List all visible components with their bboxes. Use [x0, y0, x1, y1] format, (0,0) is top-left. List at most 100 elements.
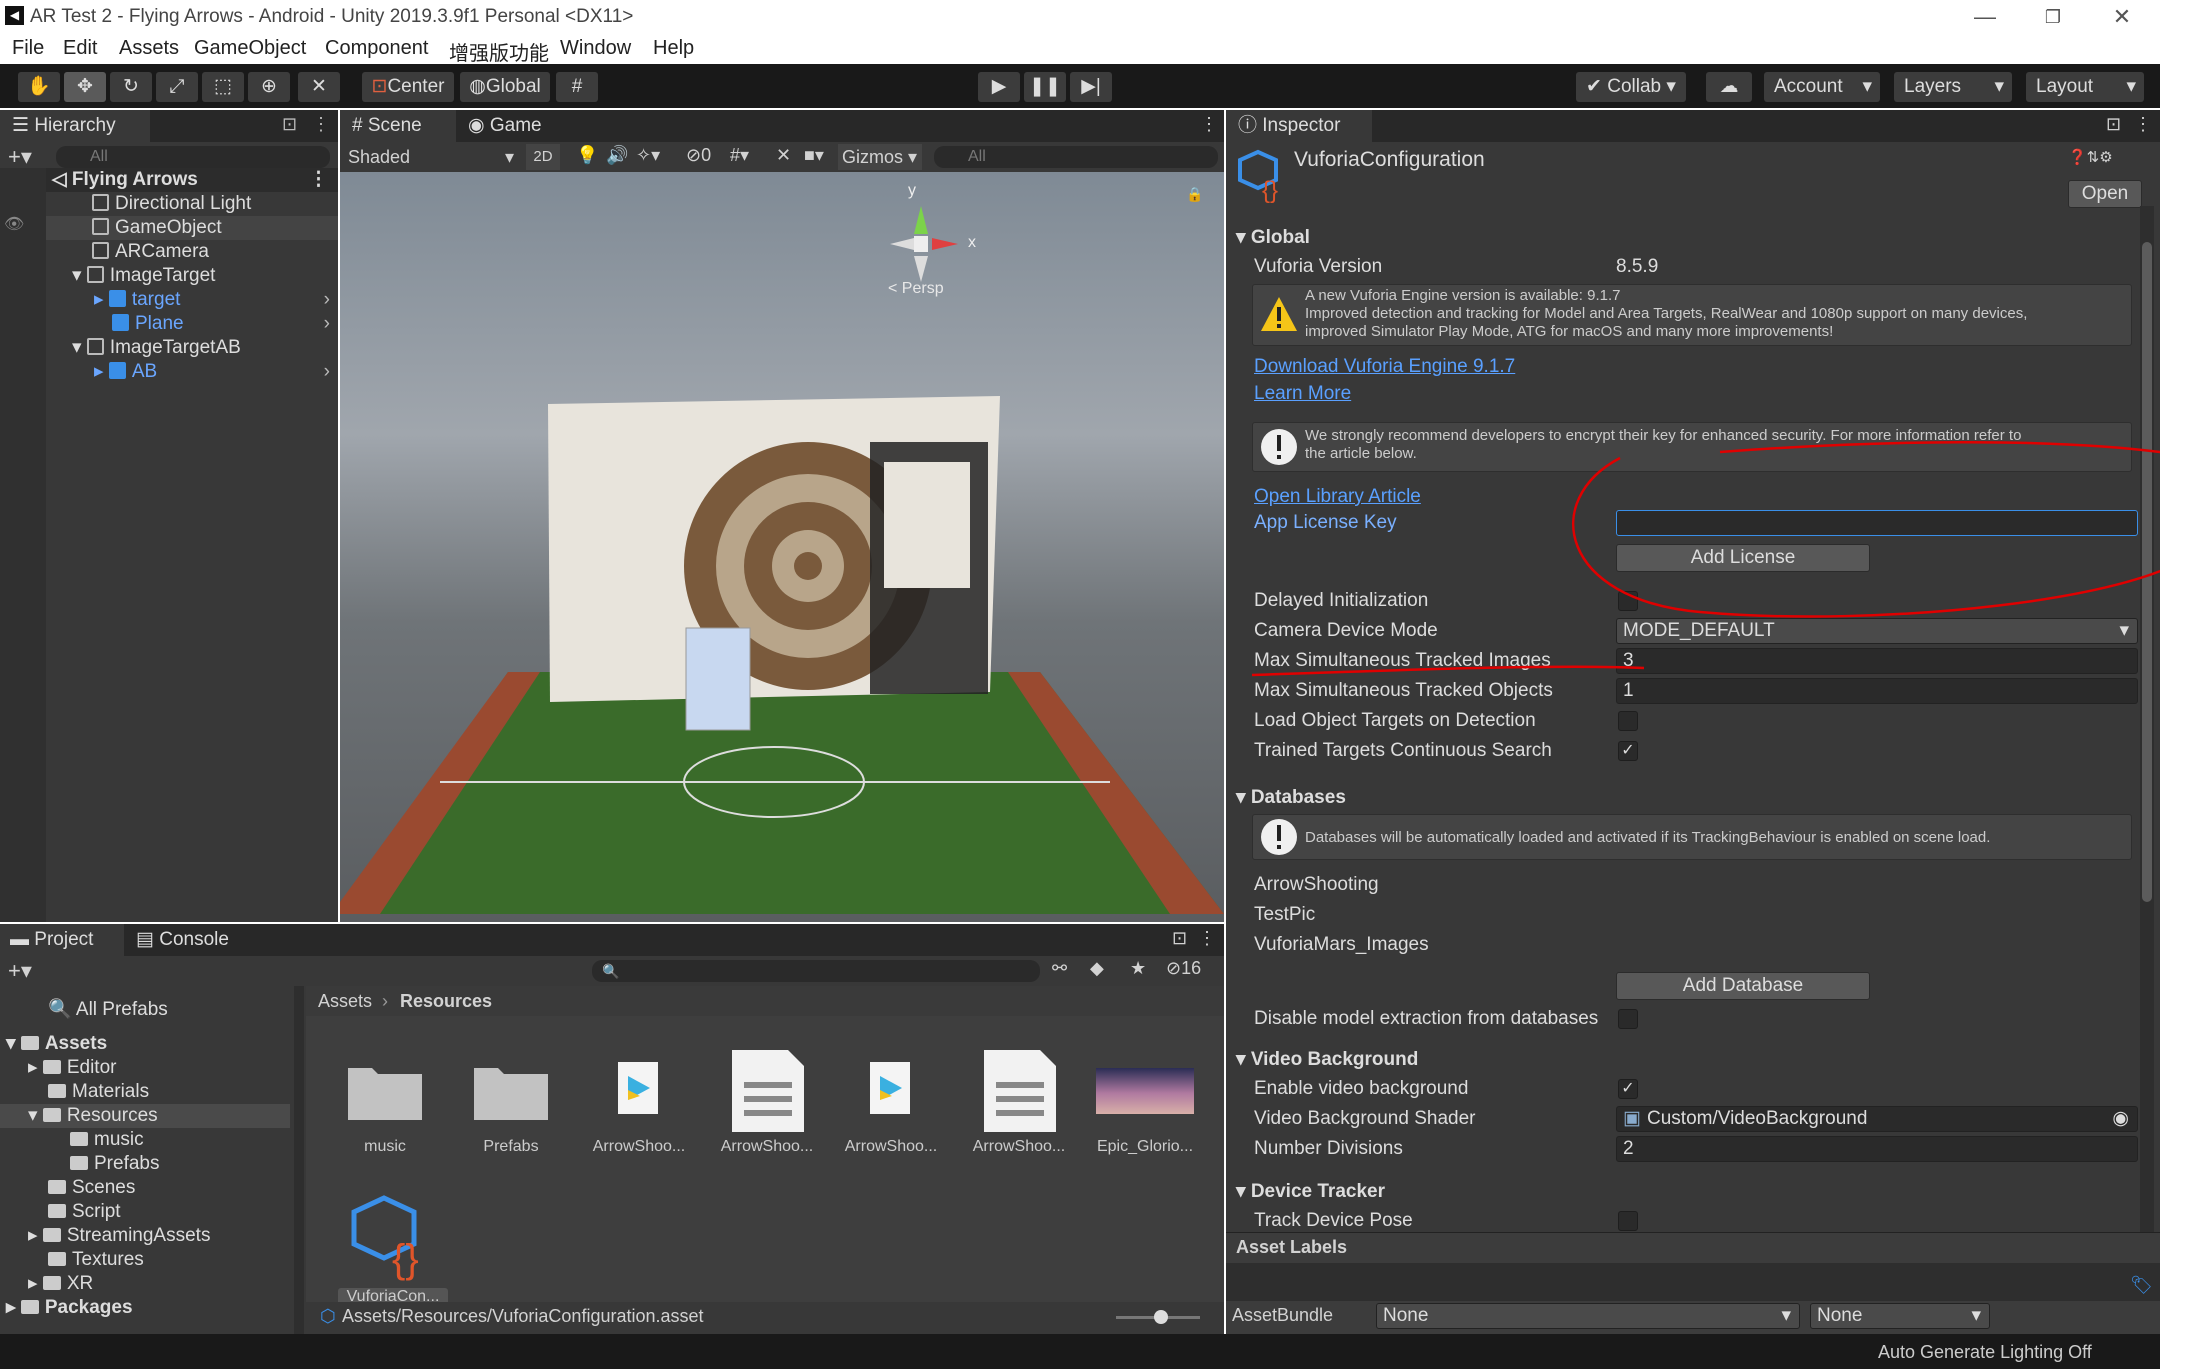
asset-text-1[interactable] — [730, 1048, 806, 1134]
audio-toggle-icon[interactable]: 🔊 — [606, 145, 628, 166]
breadcrumb-assets[interactable]: Assets — [318, 986, 372, 1016]
persp-label[interactable]: < Persp — [888, 280, 944, 298]
tree-prefabs[interactable]: Prefabs — [70, 1152, 159, 1176]
add-database-button[interactable]: Add Database — [1616, 972, 1870, 1000]
menu-gameobject[interactable]: GameObject — [194, 37, 306, 60]
asset-vuforia-config[interactable]: {} — [348, 1192, 438, 1282]
tree-scrollbar[interactable] — [294, 986, 304, 1334]
divisions-field[interactable]: 2 — [1616, 1136, 2138, 1162]
label-tag-icon[interactable]: 🏷 — [2130, 1275, 2153, 1296]
grid-snap-icon[interactable]: # — [556, 72, 598, 102]
tab-console[interactable]: ▤ Console — [128, 924, 258, 956]
lock-icon[interactable]: ⊡ — [1172, 928, 1187, 949]
lighting-toggle-icon[interactable]: 💡 — [576, 145, 598, 166]
transform-tool-icon[interactable]: ⊕ — [248, 72, 290, 102]
max-images-field[interactable]: 3 — [1616, 648, 2138, 674]
asset-folder-music[interactable] — [348, 1060, 422, 1120]
mode-2d-toggle[interactable]: 2D — [526, 144, 560, 170]
asset-skybox-thumbnail[interactable] — [1096, 1068, 1194, 1114]
open-button[interactable]: Open — [2068, 180, 2142, 208]
project-search-input[interactable]: 🔍 — [592, 960, 1040, 982]
account-dropdown[interactable]: Account ▾ — [1764, 72, 1880, 102]
lock-icon[interactable]: ⊡ — [282, 114, 297, 135]
rect-tool-icon[interactable]: ⬚ — [202, 72, 244, 102]
close-button[interactable]: ✕ — [2092, 2, 2152, 32]
app-license-key-input[interactable] — [1616, 510, 2138, 536]
hierarchy-item-imagetarget[interactable]: ▾ ImageTarget — [0, 264, 338, 288]
section-video-background[interactable]: ▾ Video Background — [1236, 1048, 1418, 1071]
tab-scene[interactable]: # Scene — [340, 110, 456, 142]
tools-icon[interactable]: ✕ — [776, 145, 791, 166]
play-button[interactable]: ▶ — [978, 72, 1020, 102]
tab-hierarchy[interactable]: ☰ Hierarchy — [0, 110, 150, 142]
trained-targets-checkbox[interactable]: ✓ — [1618, 741, 1638, 761]
collab-button[interactable]: ✔ Collab ▾ — [1576, 72, 1686, 102]
visibility-eye-icon[interactable]: 👁 — [4, 214, 24, 234]
maximize-button[interactable]: ❐ — [2023, 2, 2083, 32]
tree-xr[interactable]: ▸ XR — [28, 1272, 93, 1296]
menu-edit[interactable]: Edit — [63, 37, 97, 60]
assetbundle-dropdown[interactable]: None ▾ — [1376, 1303, 1800, 1329]
section-global[interactable]: ▾ Global — [1236, 226, 1310, 249]
minimize-button[interactable]: — — [1955, 2, 2015, 32]
step-button[interactable]: ▶| — [1070, 72, 1112, 102]
favorites-star-icon[interactable]: ★ — [1130, 958, 1146, 979]
pause-button[interactable]: ❚❚ — [1024, 72, 1066, 102]
scene-root-row[interactable]: ◁ Flying Arrows ⋮ — [0, 168, 338, 192]
tree-music[interactable]: music — [70, 1128, 144, 1152]
tree-packages[interactable]: ▸ Packages — [6, 1296, 133, 1320]
menu-enhanced[interactable]: 增强版功能 — [449, 37, 549, 66]
hierarchy-search-input[interactable]: All — [56, 146, 330, 168]
section-databases[interactable]: ▾ Databases — [1236, 786, 1346, 809]
inspector-scrollbar[interactable] — [2140, 206, 2154, 1332]
help-icon[interactable]: ❓⇅⚙ — [2068, 148, 2113, 166]
enable-video-checkbox[interactable]: ✓ — [1618, 1079, 1638, 1099]
shading-mode-dropdown[interactable]: Shaded ▾ — [342, 144, 520, 170]
custom-tool-icon[interactable]: ✕ — [298, 72, 340, 102]
tree-all-prefabs[interactable]: 🔍 All Prefabs — [48, 998, 168, 1022]
delayed-init-checkbox[interactable] — [1618, 591, 1638, 611]
asset-video-1[interactable] — [616, 1060, 660, 1120]
breadcrumb-resources[interactable]: Resources — [400, 986, 492, 1016]
pivot-center-button[interactable]: ⊡Center — [362, 72, 454, 102]
menu-component[interactable]: Component — [325, 37, 428, 60]
orientation-gizmo[interactable]: y x < Persp — [888, 182, 978, 300]
grid-toggle-icon[interactable]: #▾ — [730, 145, 749, 166]
viewport-lock-icon[interactable]: 🔒 — [1186, 186, 1203, 203]
tree-scenes[interactable]: Scenes — [48, 1176, 135, 1200]
scale-tool-icon[interactable]: ⤢ — [156, 72, 198, 102]
more-menu-icon[interactable]: ⋮ — [1198, 928, 1216, 949]
hierarchy-item-directional-light[interactable]: Directional Light — [0, 192, 338, 216]
tree-textures[interactable]: Textures — [48, 1248, 144, 1272]
more-menu-icon[interactable]: ⋮ — [312, 114, 330, 135]
tree-assets[interactable]: ▾ Assets — [6, 1032, 107, 1056]
add-license-button[interactable]: Add License — [1616, 544, 1870, 572]
search-by-label-icon[interactable]: ◆ — [1090, 958, 1104, 979]
hierarchy-item-target[interactable]: ▸ target › — [0, 288, 338, 312]
tree-resources[interactable]: ▾ Resources — [0, 1104, 290, 1128]
menu-assets[interactable]: Assets — [119, 37, 179, 60]
assetbundle-variant-dropdown[interactable]: None ▾ — [1810, 1303, 1990, 1329]
pivot-global-button[interactable]: ◍Global — [460, 72, 550, 102]
more-menu-icon[interactable]: ⋮ — [1200, 114, 1218, 135]
cloud-icon[interactable]: ☁ — [1706, 72, 1752, 102]
hierarchy-item-gameobject[interactable]: GameObject — [0, 216, 338, 240]
scene-viewport[interactable]: y x < Persp 🔒 — [340, 172, 1224, 922]
asset-video-2[interactable] — [868, 1060, 912, 1120]
track-pose-checkbox[interactable] — [1618, 1211, 1638, 1231]
max-objects-field[interactable]: 1 — [1616, 678, 2138, 704]
more-menu-icon[interactable]: ⋮ — [2134, 114, 2152, 135]
lock-icon[interactable]: ⊡ — [2106, 114, 2121, 135]
section-device-tracker[interactable]: ▾ Device Tracker — [1236, 1180, 1385, 1203]
create-add-icon[interactable]: +▾ — [8, 144, 32, 170]
open-library-article-link[interactable]: Open Library Article — [1254, 486, 1421, 508]
tab-game[interactable]: ◉ Game — [458, 110, 558, 142]
menu-window[interactable]: Window — [560, 37, 631, 60]
layers-dropdown[interactable]: Layers ▾ — [1894, 72, 2012, 102]
search-by-type-icon[interactable]: ⚯ — [1052, 958, 1067, 979]
asset-folder-prefabs[interactable] — [474, 1060, 548, 1120]
gizmos-dropdown[interactable]: Gizmos ▾ — [838, 144, 922, 170]
lighting-status[interactable]: Auto Generate Lighting Off — [1878, 1342, 2092, 1363]
hierarchy-item-plane[interactable]: Plane › — [0, 312, 338, 336]
camera-mode-dropdown[interactable]: MODE_DEFAULT ▾ — [1616, 618, 2138, 644]
